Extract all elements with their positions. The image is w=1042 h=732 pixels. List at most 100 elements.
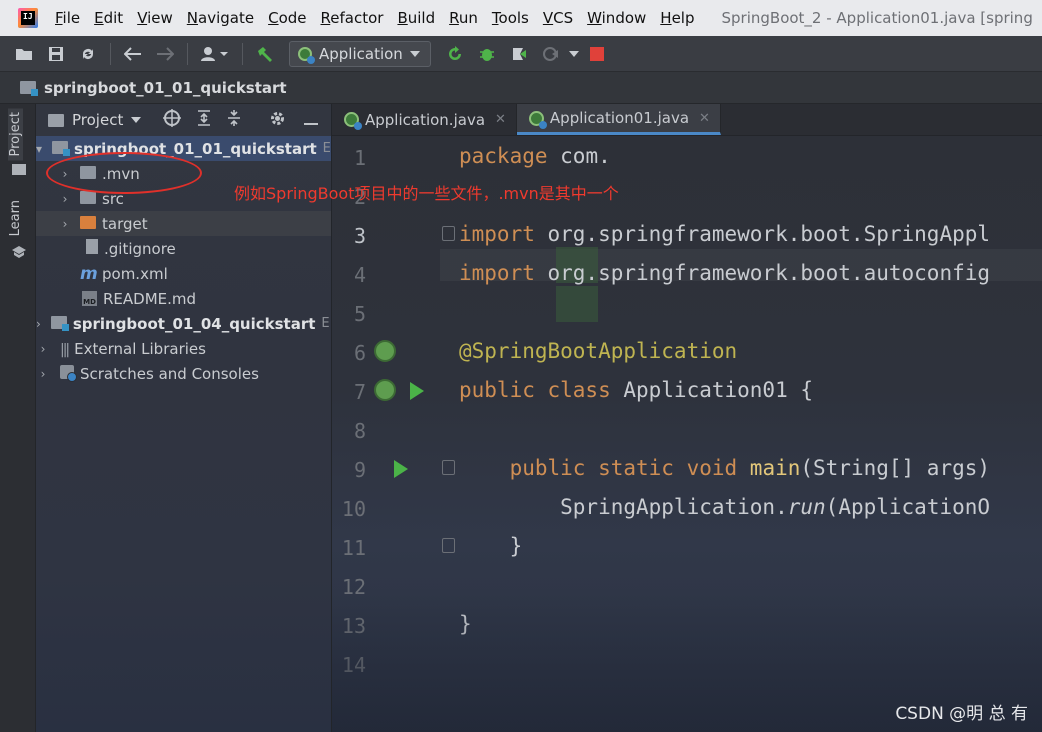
user-dropdown-icon[interactable] bbox=[197, 41, 233, 67]
tree-item-target[interactable]: › target bbox=[36, 211, 331, 236]
spring-class-icon bbox=[344, 112, 362, 130]
run-gutter-icon[interactable] bbox=[394, 460, 408, 478]
collapse-all-icon[interactable] bbox=[227, 109, 241, 131]
maven-file-icon: m bbox=[80, 263, 98, 284]
sync-icon[interactable] bbox=[75, 41, 101, 67]
locate-target-icon[interactable] bbox=[163, 109, 182, 131]
toolbar-separator bbox=[187, 42, 188, 65]
save-all-icon[interactable] bbox=[43, 41, 69, 67]
code-line-10: SpringApplication.run(ApplicationO bbox=[459, 495, 991, 519]
tree-item-gitignore[interactable]: .gitignore bbox=[36, 236, 331, 261]
close-icon[interactable]: ✕ bbox=[495, 112, 506, 127]
scratches-icon bbox=[60, 364, 77, 382]
code-line-6: @SpringBootApplication bbox=[459, 339, 738, 363]
tab-application01-java[interactable]: Application01.java ✕ bbox=[516, 104, 721, 135]
rerun-icon[interactable] bbox=[442, 41, 468, 67]
code-line-4: import org.springframework.boot.autoconf… bbox=[459, 261, 991, 285]
open-folder-icon[interactable] bbox=[11, 41, 37, 67]
tree-item-label: springboot_01_04_quickstart bbox=[72, 314, 316, 333]
fold-marker-icon[interactable] bbox=[442, 226, 455, 241]
menu-bar: IJ File Edit View Navigate Code Refactor… bbox=[0, 0, 1042, 36]
window-title: SpringBoot_2 - Application01.java [sprin… bbox=[721, 9, 1033, 27]
chevron-right-icon[interactable]: › bbox=[58, 192, 72, 206]
line-number: 7 bbox=[353, 380, 366, 404]
menu-refactor[interactable]: Refactor bbox=[314, 9, 391, 27]
tree-item-project-2[interactable]: › springboot_01_04_quickstart E:\ic bbox=[36, 311, 331, 336]
menu-tools[interactable]: Tools bbox=[485, 9, 536, 27]
tab-application-java[interactable]: Application.java ✕ bbox=[332, 104, 517, 135]
project-view-icon bbox=[48, 113, 64, 127]
chevron-right-icon[interactable]: › bbox=[58, 217, 72, 231]
more-run-chevron-icon[interactable] bbox=[567, 41, 581, 67]
csdn-watermark: CSDN @明 总 有 bbox=[895, 704, 1028, 724]
spring-bean-gutter-icon[interactable] bbox=[374, 379, 396, 401]
learn-tool-tab[interactable]: Learn bbox=[8, 200, 23, 236]
text-file-icon bbox=[86, 239, 98, 254]
line-number: 9 bbox=[353, 458, 366, 482]
tree-item-label: External Libraries bbox=[74, 339, 206, 358]
tree-item-scratches[interactable]: › Scratches and Consoles bbox=[36, 361, 331, 386]
close-icon[interactable]: ✕ bbox=[699, 111, 710, 126]
line-number: 8 bbox=[353, 419, 366, 443]
back-arrow-icon[interactable] bbox=[120, 41, 146, 67]
project-folder-icon bbox=[12, 164, 26, 175]
learn-cap-icon bbox=[12, 244, 26, 262]
coverage-icon[interactable] bbox=[506, 41, 532, 67]
project-tool-tab[interactable]: Project bbox=[8, 108, 23, 161]
toolbar-separator bbox=[110, 42, 111, 65]
build-hammer-icon[interactable] bbox=[252, 41, 278, 67]
tree-item-readme[interactable]: MD README.md bbox=[36, 286, 331, 311]
left-tool-strip: Project Learn bbox=[0, 104, 36, 732]
chevron-down-icon[interactable] bbox=[131, 117, 142, 123]
menu-code[interactable]: Code bbox=[261, 9, 313, 27]
run-configuration-selector[interactable]: Application bbox=[289, 40, 431, 67]
menu-window[interactable]: Window bbox=[580, 9, 653, 27]
main-toolbar: Application bbox=[0, 36, 1042, 72]
editor-tabs: Application.java ✕ Application01.java ✕ bbox=[332, 104, 1042, 136]
navigation-bar: springboot_01_01_quickstart bbox=[0, 72, 1042, 104]
run-config-label: Application bbox=[319, 44, 403, 63]
code-line-9: public static void main(String[] args) bbox=[459, 456, 991, 480]
chevron-down-icon bbox=[409, 50, 420, 57]
chevron-right-icon[interactable]: › bbox=[36, 342, 50, 356]
chevron-right-icon[interactable]: › bbox=[36, 367, 50, 381]
menu-navigate[interactable]: Navigate bbox=[180, 9, 261, 27]
expand-all-icon[interactable] bbox=[197, 109, 211, 131]
spring-bean-gutter-icon[interactable] bbox=[374, 340, 396, 362]
tree-item-external-libraries[interactable]: › ||| External Libraries bbox=[36, 336, 331, 361]
run-gutter-icon[interactable] bbox=[410, 382, 424, 400]
settings-gear-icon[interactable] bbox=[269, 110, 286, 131]
chevron-down-icon[interactable]: ▾ bbox=[36, 142, 42, 156]
chevron-right-icon[interactable]: › bbox=[36, 317, 41, 331]
editor-content[interactable]: 1 2 3 4 5 6 7 8 9 10 11 12 13 14 package… bbox=[332, 136, 1042, 732]
intellij-logo-icon: IJ bbox=[18, 8, 38, 28]
tree-item-label: README.md bbox=[103, 289, 197, 308]
menu-edit[interactable]: Edit bbox=[87, 9, 130, 27]
module-folder-icon bbox=[50, 315, 69, 331]
profile-icon[interactable] bbox=[538, 41, 564, 67]
fold-marker-icon[interactable] bbox=[442, 460, 455, 475]
menu-run[interactable]: Run bbox=[442, 9, 485, 27]
hide-panel-icon[interactable] bbox=[304, 111, 319, 130]
forward-arrow-icon[interactable] bbox=[152, 41, 178, 67]
fold-marker-icon[interactable] bbox=[442, 538, 455, 553]
stop-icon[interactable] bbox=[584, 41, 610, 67]
tree-item-pom[interactable]: m pom.xml bbox=[36, 261, 331, 286]
tree-item-label: Scratches and Consoles bbox=[80, 364, 259, 383]
line-number: 3 bbox=[353, 224, 366, 248]
toolbar-separator bbox=[242, 42, 243, 65]
line-number: 1 bbox=[353, 146, 366, 170]
menu-build[interactable]: Build bbox=[390, 9, 442, 27]
spring-class-icon bbox=[528, 110, 547, 129]
line-number: 5 bbox=[353, 302, 366, 326]
tree-item-label: .gitignore bbox=[104, 239, 176, 258]
project-panel-title[interactable]: Project bbox=[72, 111, 123, 129]
menu-file[interactable]: File bbox=[48, 9, 87, 27]
menu-vcs[interactable]: VCS bbox=[536, 9, 580, 27]
debug-bug-icon[interactable] bbox=[474, 41, 500, 67]
breadcrumb-project[interactable]: springboot_01_01_quickstart bbox=[44, 79, 287, 97]
line-number: 10 bbox=[341, 497, 366, 521]
menu-view[interactable]: View bbox=[130, 9, 180, 27]
menu-help[interactable]: Help bbox=[653, 9, 701, 27]
project-panel-header: Project bbox=[36, 104, 331, 136]
